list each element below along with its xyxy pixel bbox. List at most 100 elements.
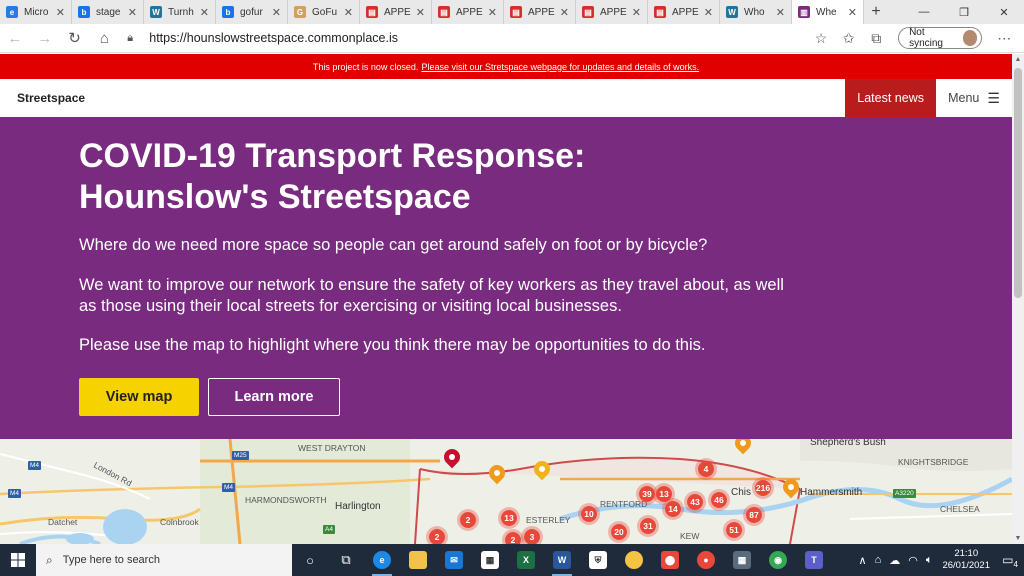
map-cluster[interactable]: 10 bbox=[578, 503, 600, 525]
volume-icon[interactable]: 🔈︎ bbox=[926, 554, 933, 567]
map-cluster[interactable]: 51 bbox=[723, 519, 745, 541]
browser-tab[interactable]: b gofur ✕ bbox=[216, 0, 288, 24]
forward-button[interactable]: → bbox=[30, 24, 60, 53]
collections-icon[interactable]: ⧉ bbox=[862, 26, 890, 50]
new-tab-button[interactable]: + bbox=[864, 0, 888, 24]
browser-tab-active[interactable]: ▥ Whe ✕ bbox=[792, 0, 864, 24]
close-tab-icon[interactable]: ✕ bbox=[416, 6, 425, 19]
map-label: WEST DRAYTON bbox=[298, 443, 366, 453]
favorite-star-icon[interactable]: ☆ bbox=[807, 26, 835, 50]
back-button[interactable]: ← bbox=[0, 24, 30, 53]
browser-tab[interactable]: W Who ✕ bbox=[720, 0, 792, 24]
browser-tab[interactable]: W Turnh ✕ bbox=[144, 0, 216, 24]
browser-tab[interactable]: b stage ✕ bbox=[72, 0, 144, 24]
browser-tab[interactable]: G GoFu ✕ bbox=[288, 0, 360, 24]
menu-button[interactable]: Menu ☰ bbox=[936, 79, 1012, 117]
map-cluster[interactable]: 14 bbox=[662, 498, 684, 520]
refresh-button[interactable]: ↻ bbox=[60, 24, 90, 53]
taskbar-search-field[interactable]: ⌕ Type here to search bbox=[36, 544, 292, 576]
close-tab-icon[interactable]: ✕ bbox=[560, 6, 569, 19]
map-cluster[interactable]: 87 bbox=[743, 504, 765, 526]
close-tab-icon[interactable]: ✕ bbox=[776, 6, 785, 19]
mail-icon[interactable]: ✉ bbox=[436, 544, 472, 576]
maps-pin-icon[interactable]: ⬤ bbox=[652, 544, 688, 576]
map-label: ESTERLEY bbox=[526, 515, 571, 525]
browser-tab[interactable]: ▤ APPE ✕ bbox=[432, 0, 504, 24]
close-tab-icon[interactable]: ✕ bbox=[128, 6, 137, 19]
map-cluster[interactable]: 31 bbox=[637, 515, 659, 537]
profile-sync-button[interactable]: Not syncing bbox=[898, 27, 983, 49]
map-cluster[interactable]: 2 bbox=[426, 526, 448, 544]
favorites-icon[interactable]: ✩ bbox=[835, 26, 863, 50]
notification-center-button[interactable]: ▭ 4 bbox=[996, 544, 1024, 576]
cortana-icon[interactable]: ○ bbox=[292, 544, 328, 576]
scroll-up-arrow-icon[interactable]: ▲ bbox=[1012, 56, 1024, 63]
map-cluster[interactable]: 3 bbox=[521, 526, 543, 544]
hero-question: Where do we need more space so people ca… bbox=[79, 236, 708, 254]
map-label: Hammersmith bbox=[800, 487, 863, 498]
scrollbar-thumb[interactable] bbox=[1014, 68, 1022, 298]
close-tab-icon[interactable]: ✕ bbox=[632, 6, 641, 19]
chrome-icon[interactable]: ◉ bbox=[760, 544, 796, 576]
restore-button[interactable]: ❐ bbox=[944, 0, 984, 24]
map-cluster[interactable]: 46 bbox=[708, 489, 730, 511]
onedrive-icon[interactable]: ☁ bbox=[889, 554, 900, 567]
minimize-button[interactable]: — bbox=[904, 0, 944, 24]
network-icon[interactable]: ⌂ bbox=[875, 554, 882, 566]
latest-news-button[interactable]: Latest news bbox=[845, 79, 936, 117]
map-cluster[interactable]: 216 bbox=[752, 477, 774, 499]
weather-icon[interactable] bbox=[616, 544, 652, 576]
site-brand[interactable]: Streetspace bbox=[17, 91, 85, 105]
address-bar-actions: ☆ ✩ ⧉ Not syncing ⋯ bbox=[807, 26, 1018, 50]
close-tab-icon[interactable]: ✕ bbox=[848, 6, 857, 19]
close-window-button[interactable]: ✕ bbox=[984, 0, 1024, 24]
more-options-icon[interactable]: ⋯ bbox=[990, 26, 1018, 50]
map-label: Chis bbox=[731, 487, 752, 498]
word-icon[interactable]: W bbox=[544, 544, 580, 576]
task-view-icon[interactable]: ⧉ bbox=[328, 544, 364, 576]
map-cluster[interactable]: 13 bbox=[498, 507, 520, 529]
map-label: KEW bbox=[680, 531, 700, 541]
close-tab-icon[interactable]: ✕ bbox=[272, 6, 281, 19]
browser-tab[interactable]: ▤ APPE ✕ bbox=[360, 0, 432, 24]
map-cluster[interactable]: 20 bbox=[608, 521, 630, 543]
map-cluster[interactable]: 43 bbox=[684, 491, 706, 513]
browser-tab[interactable]: ▤ APPE ✕ bbox=[504, 0, 576, 24]
close-tab-icon[interactable]: ✕ bbox=[704, 6, 713, 19]
file-explorer-icon[interactable] bbox=[400, 544, 436, 576]
close-tab-icon[interactable]: ✕ bbox=[344, 6, 353, 19]
wordpress-icon: W bbox=[726, 6, 738, 18]
wordpress-icon: W bbox=[150, 6, 162, 18]
map-cluster[interactable]: 2 bbox=[457, 509, 479, 531]
banner-link[interactable]: Please visit our Stretspace webpage for … bbox=[421, 62, 699, 72]
taskbar-clock[interactable]: 21:10 26/01/2021 bbox=[942, 548, 990, 572]
close-tab-icon[interactable]: ✕ bbox=[56, 6, 65, 19]
browser-tab-strip: e Micro ✕ b stage ✕ W Turnh ✕ b gofur ✕ G GoFu ✕ ▤… bbox=[0, 0, 1024, 24]
browser-tab[interactable]: ▤ APPE ✕ bbox=[648, 0, 720, 24]
view-map-button[interactable]: View map bbox=[79, 378, 199, 416]
tray-expand-icon[interactable]: ∧ bbox=[859, 554, 867, 567]
map-app-icon[interactable]: ● bbox=[688, 544, 724, 576]
page-scrollbar[interactable]: ▲ ▼ bbox=[1012, 54, 1024, 544]
wifi-icon[interactable]: ◠ bbox=[908, 554, 918, 567]
sync-label: Not syncing bbox=[909, 27, 943, 49]
search-placeholder: Type here to search bbox=[62, 554, 160, 566]
close-tab-icon[interactable]: ✕ bbox=[200, 6, 209, 19]
learn-more-button[interactable]: Learn more bbox=[208, 378, 340, 416]
browser-tab[interactable]: ▤ APPE ✕ bbox=[576, 0, 648, 24]
store-icon[interactable]: ▦ bbox=[472, 544, 508, 576]
browser-tab[interactable]: e Micro ✕ bbox=[0, 0, 72, 24]
close-tab-icon[interactable]: ✕ bbox=[488, 6, 497, 19]
url-text: https://hounslowstreetspace.commonplace.… bbox=[149, 31, 398, 45]
scroll-down-arrow-icon[interactable]: ▼ bbox=[1012, 535, 1024, 542]
map-cluster[interactable]: 4 bbox=[695, 458, 717, 480]
start-button[interactable] bbox=[0, 544, 36, 576]
teams-icon[interactable]: T bbox=[796, 544, 832, 576]
excel-icon[interactable]: X bbox=[508, 544, 544, 576]
calculator-icon[interactable]: ▦ bbox=[724, 544, 760, 576]
edge-taskbar-icon[interactable]: e bbox=[364, 544, 400, 576]
url-field[interactable]: 🔒︎ https://hounslowstreetspace.commonpla… bbox=[127, 27, 807, 49]
security-icon[interactable]: ⛨ bbox=[580, 544, 616, 576]
map-view[interactable]: WEST DRAYTON HARMONDSWORTH Harlington Da… bbox=[0, 439, 1012, 544]
home-button[interactable]: ⌂ bbox=[89, 24, 119, 53]
